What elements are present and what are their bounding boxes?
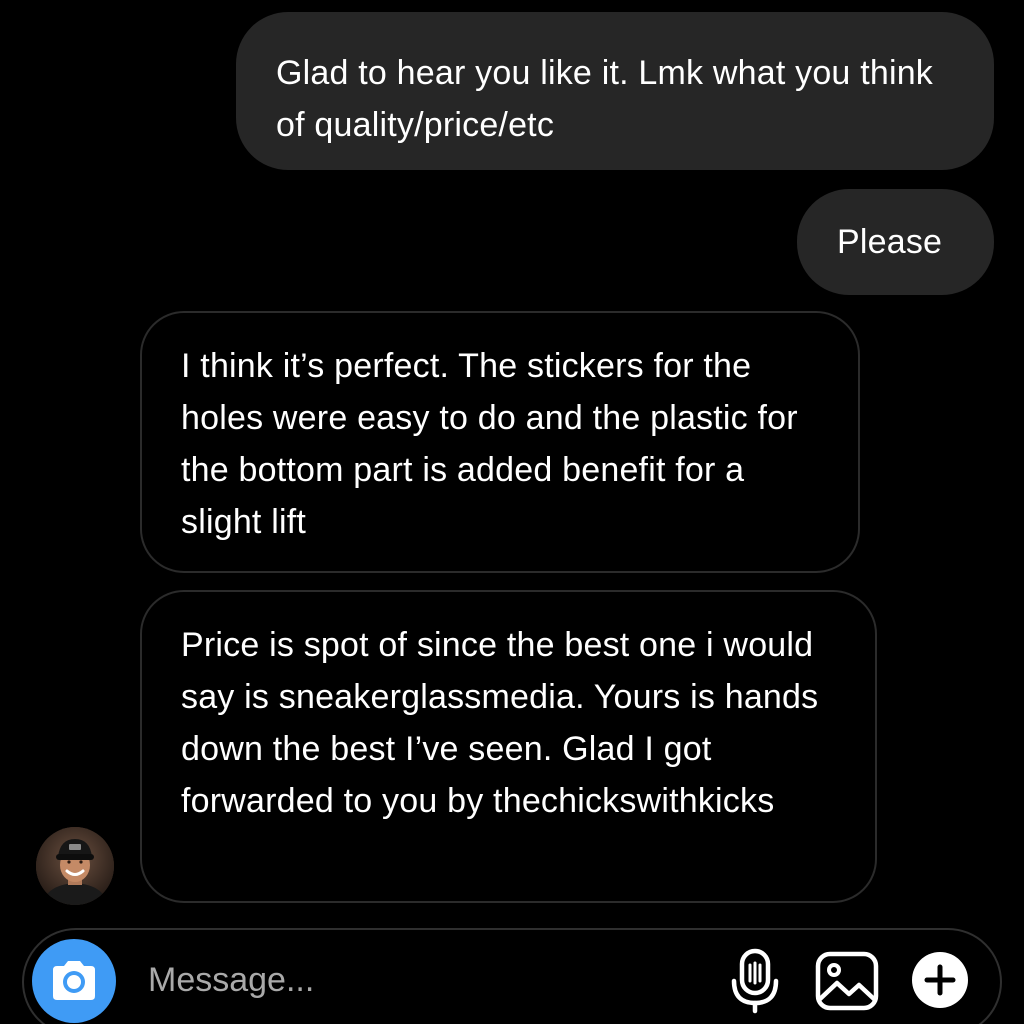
microphone-icon [731,948,779,1014]
received-message-bubble[interactable]: I think it’s perfect. The stickers for t… [140,311,860,573]
camera-icon [53,961,95,1000]
camera-button[interactable] [32,939,116,1023]
message-text: Price is spot of since the best one i wo… [181,626,819,820]
voice-message-button[interactable] [720,945,790,1015]
gallery-icon [815,951,879,1011]
message-input[interactable] [148,952,688,1008]
avatar-image [36,827,114,905]
message-text: I think it’s perfect. The stickers for t… [181,347,798,541]
plus-icon [912,952,968,1008]
received-message-bubble[interactable]: Price is spot of since the best one i wo… [140,590,877,903]
sender-avatar[interactable] [36,827,114,905]
sent-message-bubble[interactable]: Glad to hear you like it. Lmk what you t… [236,12,994,170]
message-text: Please [837,223,943,261]
gallery-button[interactable] [812,945,882,1015]
sent-message-bubble[interactable]: Please [797,189,994,295]
message-text: Glad to hear you like it. Lmk what you t… [276,54,934,144]
add-button[interactable] [905,945,975,1015]
chat-screen: Glad to hear you like it. Lmk what you t… [0,0,1024,1024]
